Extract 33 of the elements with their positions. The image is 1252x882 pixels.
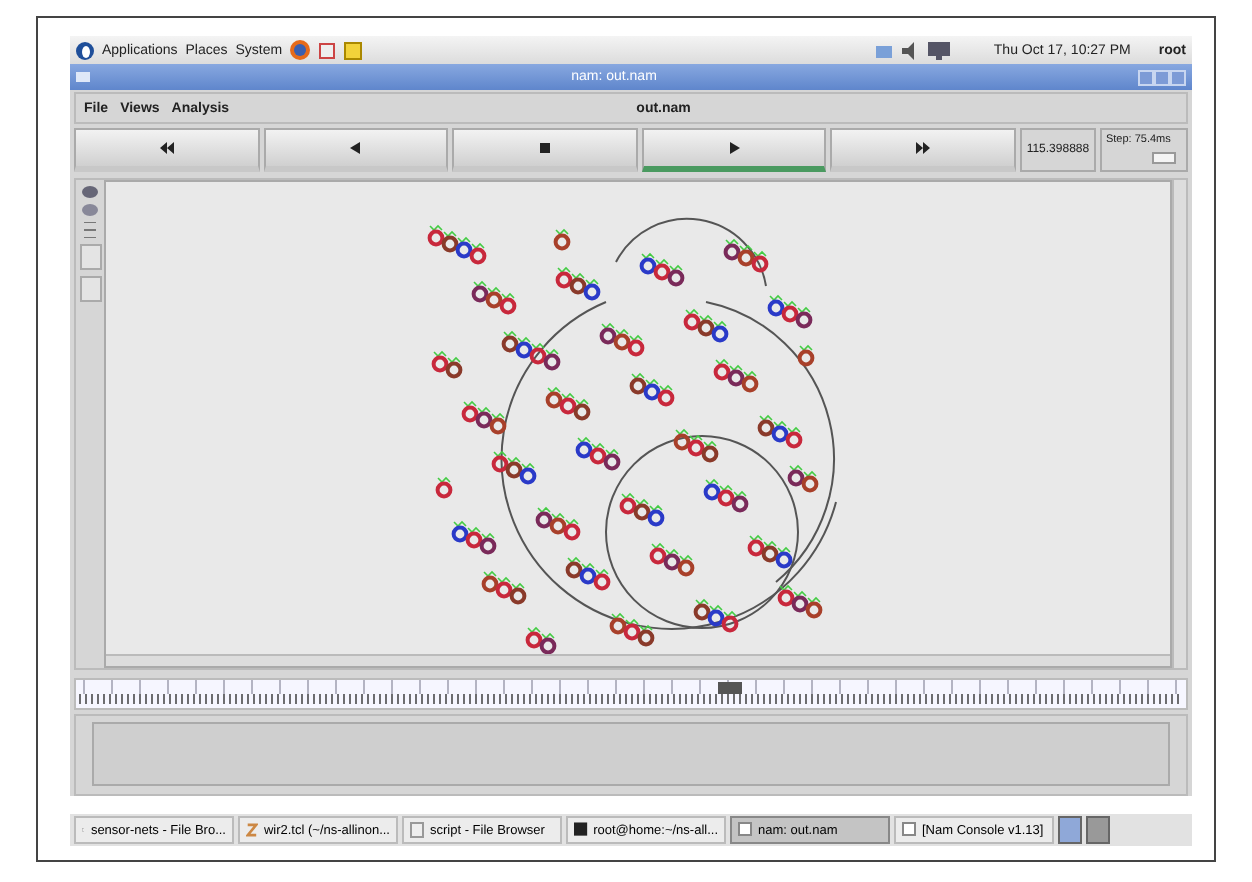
- maximize-icon[interactable]: [1154, 69, 1170, 85]
- network-icon[interactable]: [875, 41, 894, 59]
- globe-icon[interactable]: [290, 40, 311, 60]
- terminal-icon: [574, 822, 588, 838]
- speaker-icon[interactable]: [901, 41, 920, 59]
- zoom-out-icon[interactable]: [82, 204, 98, 216]
- rewind-button[interactable]: [74, 128, 260, 172]
- close-icon[interactable]: [1170, 69, 1186, 85]
- workspace-switcher[interactable]: [1058, 816, 1082, 844]
- tool-button[interactable]: [79, 244, 101, 270]
- tool-button[interactable]: [79, 276, 101, 302]
- vertical-scrollbar[interactable]: [1172, 180, 1186, 668]
- stop-button[interactable]: [452, 128, 638, 172]
- horizontal-scrollbar[interactable]: [106, 654, 1170, 666]
- fast-forward-icon: [916, 142, 931, 154]
- play-button[interactable]: [641, 128, 827, 172]
- rewind-icon: [159, 142, 174, 154]
- workspace-switcher[interactable]: [1086, 816, 1110, 844]
- foot-logo-icon[interactable]: [76, 41, 94, 59]
- step-slider-thumb[interactable]: [1152, 152, 1177, 164]
- window-icon: [902, 822, 916, 838]
- back-icon: [348, 142, 363, 154]
- fast-forward-button[interactable]: [830, 128, 1016, 172]
- back-button[interactable]: [263, 128, 449, 172]
- note-icon[interactable]: [344, 40, 363, 60]
- window-icon: [738, 822, 752, 838]
- editor-icon: [246, 822, 258, 838]
- play-icon: [727, 142, 742, 154]
- stop-icon: [537, 142, 552, 154]
- minimize-icon[interactable]: [1138, 69, 1154, 85]
- monitor-icon[interactable]: [927, 41, 950, 59]
- timeline-thumb[interactable]: [718, 682, 743, 694]
- zoom-in-icon[interactable]: [82, 186, 98, 198]
